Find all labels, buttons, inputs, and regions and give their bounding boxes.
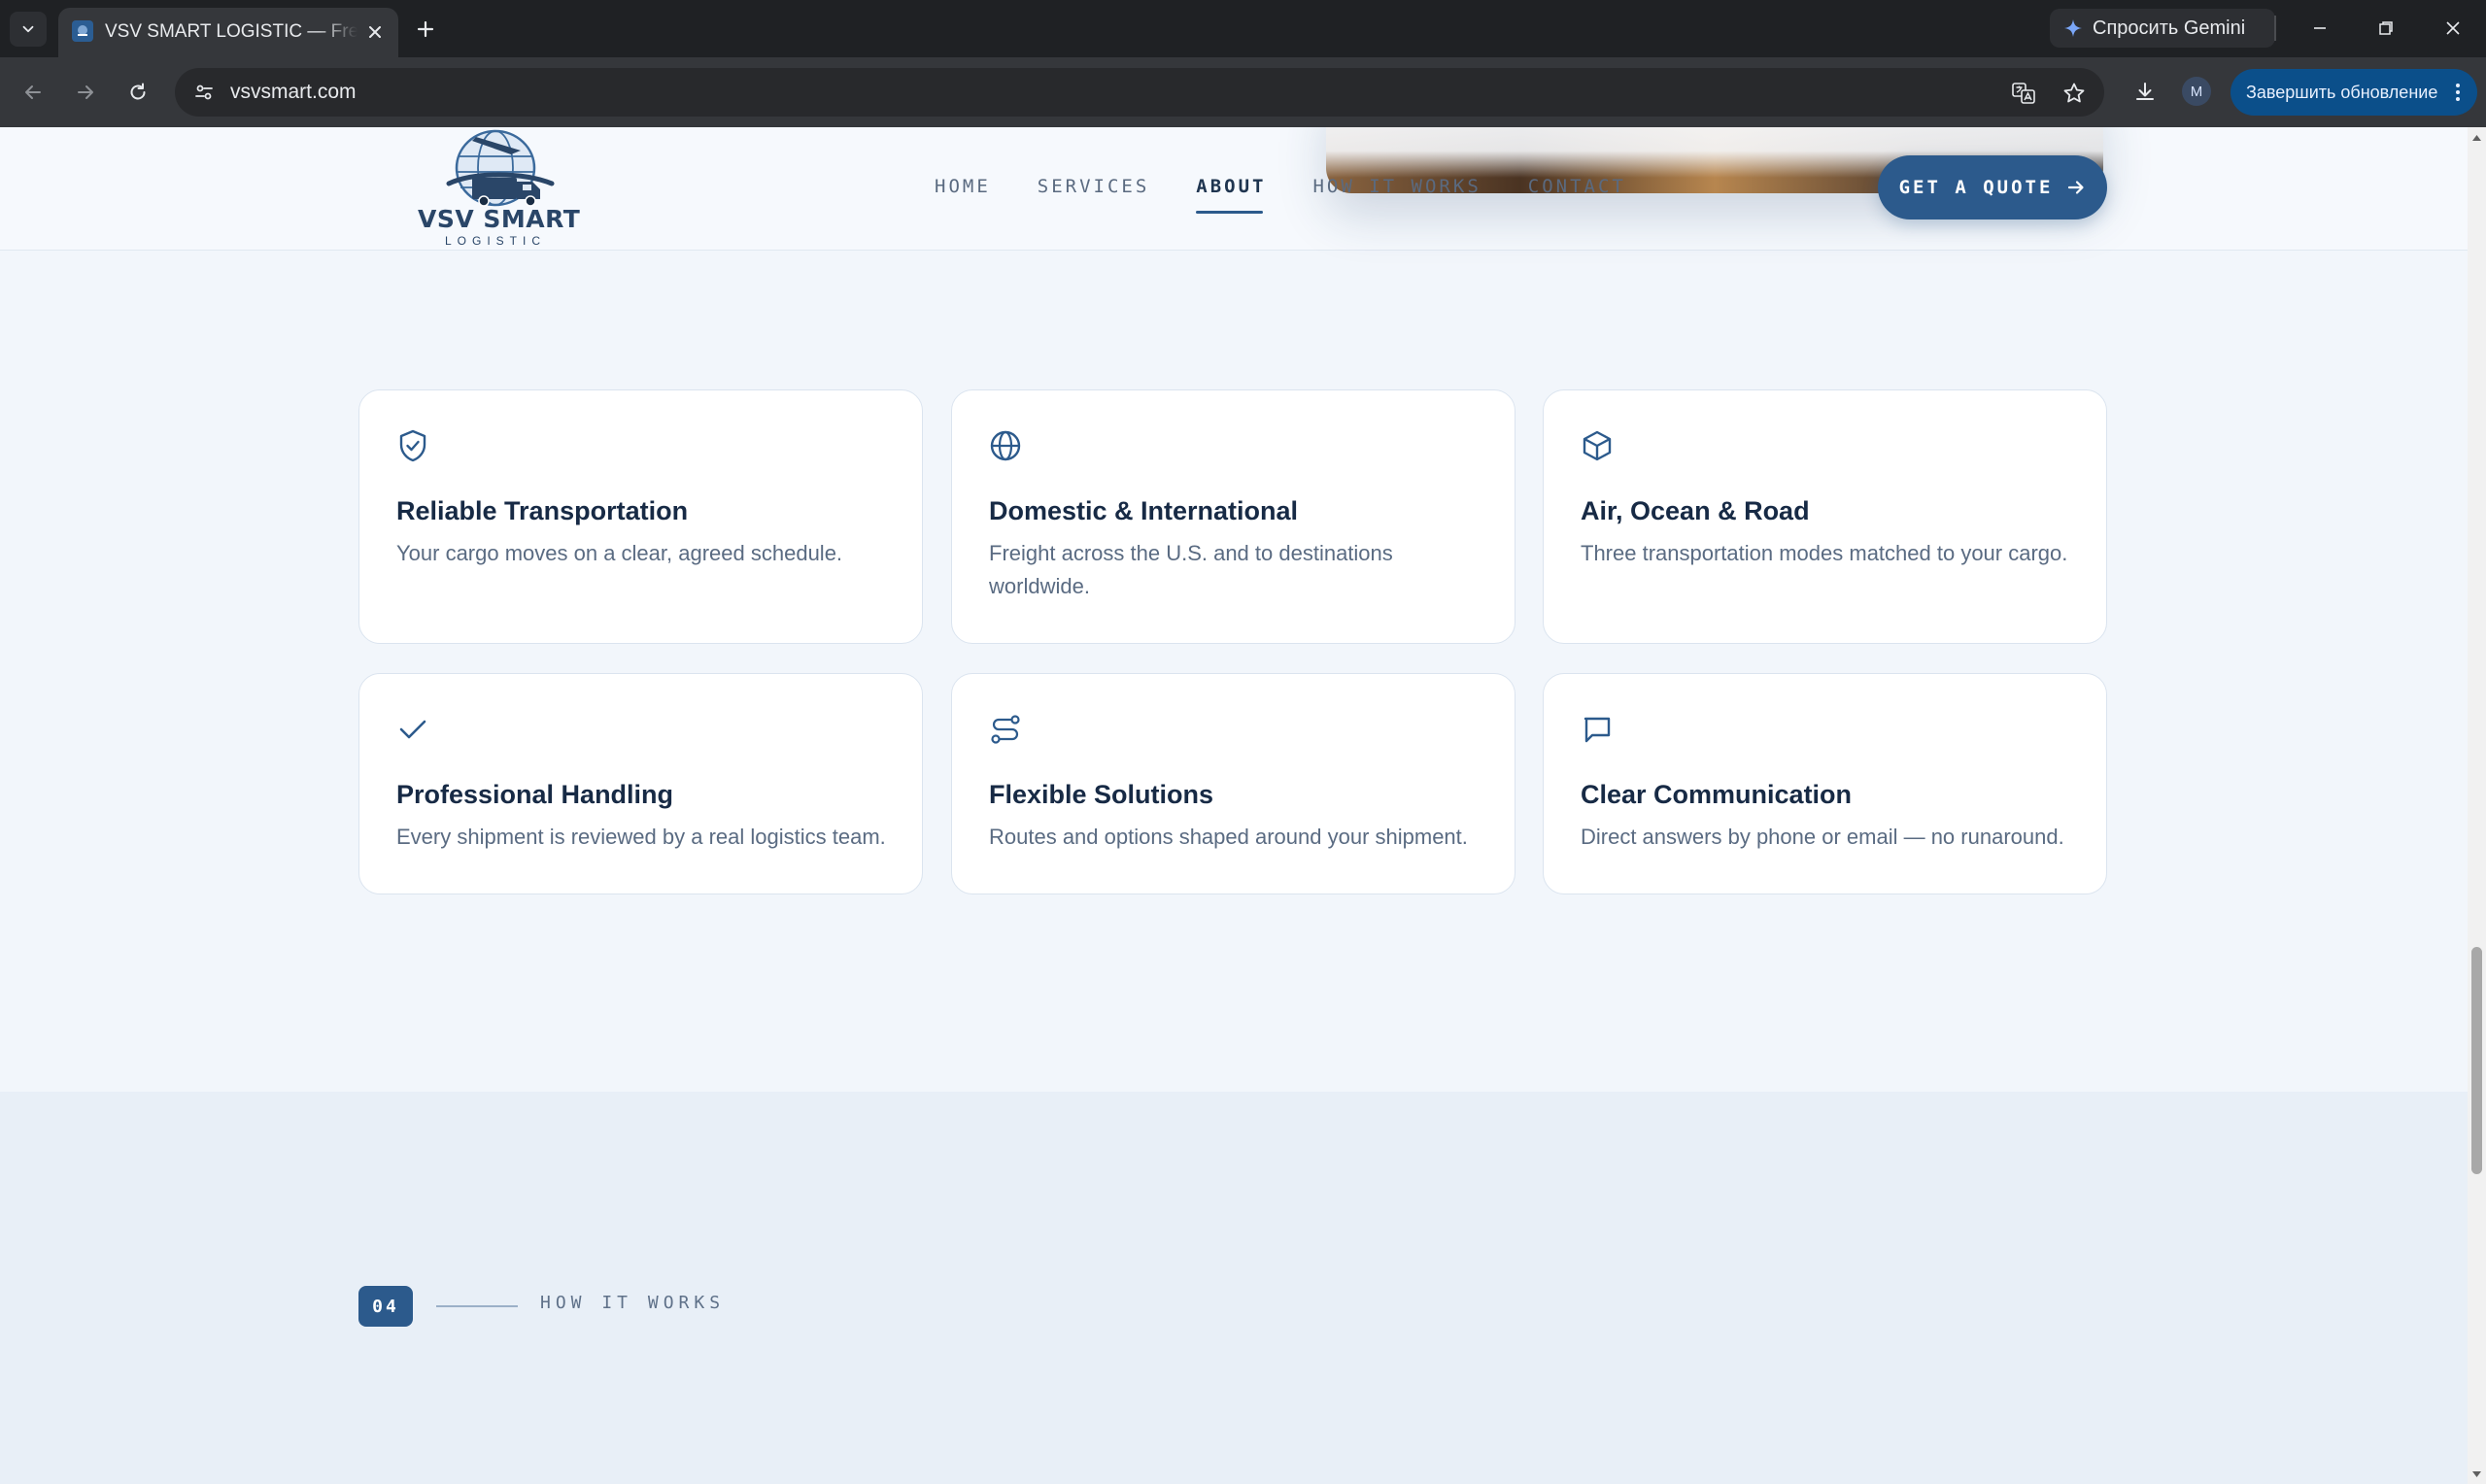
globe-icon [989, 429, 1022, 462]
back-button[interactable] [16, 75, 51, 110]
route-icon [989, 713, 1022, 746]
section-eyebrow-label: HOW IT WORKS [540, 1293, 726, 1313]
translate-icon[interactable] [2009, 79, 2038, 108]
gemini-spark-icon [2064, 19, 2082, 37]
active-tab[interactable]: VSV SMART LOGISTIC — Freight [58, 8, 398, 57]
feature-description: Every shipment is reviewed by a real log… [396, 825, 886, 849]
kebab-menu-icon[interactable] [2448, 83, 2468, 102]
feature-title: Flexible Solutions [989, 780, 1214, 809]
check-icon [396, 713, 429, 746]
url-text[interactable]: vsvsmart.com [230, 81, 357, 104]
feature-title: Reliable Transportation [396, 496, 689, 525]
plus-icon [417, 20, 434, 38]
downloads-icon[interactable] [2128, 75, 2162, 110]
feature-card-flexible-solutions: Flexible Solutions Routes and options sh… [951, 673, 1515, 894]
arrow-right-icon [78, 85, 93, 99]
bookmark-star-icon[interactable] [2060, 79, 2089, 108]
feature-description: Freight across the U.S. and to destinati… [989, 541, 1393, 598]
scroll-up-arrow-icon[interactable] [2471, 132, 2482, 143]
reload-button[interactable] [120, 75, 155, 110]
site-favicon-icon [72, 20, 93, 42]
close-icon [2446, 21, 2460, 35]
gemini-label: Спросить Gemini [2093, 17, 2246, 39]
get-a-quote-label: GET A QUOTE [1898, 177, 2054, 198]
feature-card-professional-handling: Professional Handling Every shipment is … [358, 673, 923, 894]
nav-how-it-works[interactable]: HOW IT WORKS [1312, 176, 1481, 205]
section-divider-line [436, 1305, 518, 1307]
feature-description: Routes and options shaped around your sh… [989, 825, 1468, 849]
logo-subtitle: LOGISTIC [444, 234, 546, 248]
restore-icon [2379, 21, 2393, 35]
section-number-badge: 04 [358, 1286, 413, 1327]
scrollbar-thumb[interactable] [2471, 947, 2482, 1174]
tab-close-icon[interactable] [361, 18, 389, 46]
feature-card-domestic-international: Domestic & International Freight across … [951, 389, 1515, 644]
chevron-down-icon [22, 25, 34, 33]
tab-title: VSV SMART LOGISTIC — Freight [105, 21, 358, 42]
nav-about-label: ABOUT [1196, 176, 1267, 197]
feature-card-reliable-transportation: Reliable Transportation Your cargo moves… [358, 389, 923, 644]
feature-description: Direct answers by phone or email — no ru… [1581, 825, 2064, 849]
update-label: Завершить обновление [2246, 82, 2438, 102]
page-viewport: VSV SMART LOGISTIC HOME SERVICES ABOUT H… [0, 127, 2468, 1484]
feature-title: Clear Communication [1581, 780, 1853, 809]
browser-tab-bar: VSV SMART LOGISTIC — Freight Спросить Ge… [0, 0, 2486, 57]
toolbar-separator [2274, 16, 2276, 41]
minimize-button[interactable] [2293, 6, 2347, 51]
logo-globe-truck-icon [446, 129, 555, 207]
browser-toolbar: vsvsmart.com M Завершить обновление [0, 57, 2486, 127]
feature-title: Air, Ocean & Road [1581, 496, 1810, 525]
message-icon [1581, 713, 1614, 746]
scroll-down-arrow-icon[interactable] [2471, 1468, 2482, 1479]
arrow-right-icon [2068, 181, 2085, 194]
active-nav-indicator [1196, 211, 1264, 214]
profile-avatar[interactable]: M [2182, 77, 2211, 106]
feature-title: Professional Handling [396, 780, 674, 809]
site-info-icon[interactable] [190, 79, 218, 106]
site-logo[interactable]: VSV SMART LOGISTIC [416, 129, 581, 248]
box-icon [1581, 429, 1614, 462]
feature-description: Your cargo moves on a clear, agreed sche… [396, 541, 843, 565]
arrow-left-icon [25, 85, 41, 99]
new-tab-button[interactable] [408, 12, 443, 47]
feature-card-clear-communication: Clear Communication Direct answers by ph… [1543, 673, 2107, 894]
nav-services[interactable]: SERVICES [1038, 176, 1150, 205]
main-navigation: HOME SERVICES ABOUT HOW IT WORKS CONTACT [935, 176, 1626, 214]
address-bar[interactable]: vsvsmart.com [175, 68, 2104, 117]
tab-search-button[interactable] [10, 12, 47, 47]
nav-home[interactable]: HOME [935, 176, 991, 205]
nav-contact[interactable]: CONTACT [1528, 176, 1626, 205]
minimize-icon [2314, 27, 2326, 29]
feature-card-air-ocean-road: Air, Ocean & Road Three transportation m… [1543, 389, 2107, 644]
close-window-button[interactable] [2426, 6, 2480, 51]
get-a-quote-button[interactable]: GET A QUOTE [1878, 155, 2107, 219]
ask-gemini-button[interactable]: Спросить Gemini [2050, 9, 2275, 48]
feature-title: Domestic & International [989, 496, 1299, 525]
reload-icon [130, 83, 146, 100]
logo-wordmark: VSV SMART [418, 205, 581, 233]
nav-about[interactable]: ABOUT [1196, 176, 1267, 214]
shield-check-icon [396, 429, 429, 462]
page-scrollbar[interactable] [2468, 127, 2486, 1484]
how-it-works-section: 04 HOW IT WORKS [0, 1092, 2468, 1484]
finish-update-button[interactable]: Завершить обновление [2231, 69, 2477, 116]
restore-button[interactable] [2359, 6, 2413, 51]
feature-description: Three transportation modes matched to yo… [1581, 541, 2068, 565]
forward-button[interactable] [68, 75, 103, 110]
